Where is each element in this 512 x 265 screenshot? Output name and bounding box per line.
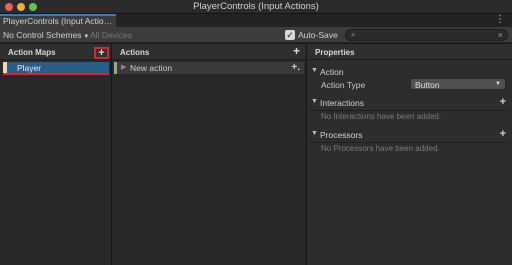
search-icon: ⌕ — [351, 30, 356, 39]
interactions-section-header[interactable]: ▼ Interactions + — [307, 96, 512, 111]
action-item-new-action[interactable]: ▶ New action +. — [114, 62, 304, 74]
window-title: PlayerControls (Input Actions) — [193, 1, 319, 12]
selection-strip — [3, 62, 7, 73]
devices-dropdown[interactable]: All Devices — [90, 30, 132, 40]
properties-title: Properties — [315, 48, 355, 57]
action-type-value: Button — [415, 80, 440, 90]
control-schemes-label: No Control Schemes — [3, 30, 82, 40]
add-interaction-button[interactable]: + — [500, 96, 506, 108]
autosave-checkbox[interactable]: ✓ — [285, 30, 295, 40]
processors-section-label: Processors — [320, 130, 363, 140]
collapse-arrow-icon[interactable]: ▼ — [311, 98, 318, 105]
add-processor-button[interactable]: + — [500, 128, 506, 140]
actions-title: Actions — [120, 48, 150, 57]
clear-search-icon[interactable]: × — [498, 30, 503, 40]
interactions-empty-text: No Interactions have been added. — [321, 112, 442, 121]
autosave-label: Auto-Save — [298, 30, 338, 40]
action-type-dropdown[interactable]: Button ▼ — [410, 78, 506, 90]
toolbar: No Control Schemes ▼ All Devices ✓ Auto-S… — [0, 27, 512, 43]
action-maps-panel: Action Maps + Player — [0, 44, 111, 265]
tab-bar: PlayerControls (Input Actio… ⋮ — [0, 14, 512, 27]
action-map-item-player[interactable]: Player — [3, 62, 109, 75]
interactions-section-label: Interactions — [320, 98, 364, 108]
control-schemes-dropdown[interactable]: No Control Schemes ▼ — [3, 30, 89, 40]
collapse-arrow-icon[interactable]: ▼ — [311, 130, 318, 137]
properties-panel: Properties ▼ Action Action Type Button ▼… — [307, 44, 512, 265]
action-maps-header: Action Maps + — [0, 44, 111, 60]
action-section-label: Action — [320, 67, 344, 77]
action-maps-title: Action Maps — [8, 48, 56, 57]
properties-header: Properties — [307, 44, 512, 60]
search-field[interactable]: ⌕ × — [345, 29, 508, 41]
search-input[interactable] — [361, 30, 491, 40]
section-divider — [309, 142, 510, 143]
add-action-button[interactable]: + — [293, 45, 300, 57]
action-section-header[interactable]: ▼ Action — [307, 66, 512, 78]
action-type-label: Action Type — [321, 80, 366, 90]
devices-label: All Devices — [90, 30, 133, 40]
actions-header: Actions + — [112, 44, 306, 60]
add-action-map-button[interactable]: + — [94, 47, 109, 59]
processors-section-header[interactable]: ▼ Processors + — [307, 128, 512, 143]
action-color-strip — [114, 62, 117, 74]
chevron-down-icon: ▼ — [83, 34, 90, 40]
collapse-arrow-icon[interactable]: ▼ — [311, 67, 318, 74]
section-divider — [309, 110, 510, 111]
tab-player-controls[interactable]: PlayerControls (Input Actio… — [0, 14, 116, 27]
title-bar: PlayerControls (Input Actions) — [0, 0, 512, 14]
chevron-down-icon: ▼ — [495, 81, 501, 87]
more-options-icon[interactable]: ⋮ — [495, 15, 505, 25]
action-map-label: Player — [17, 63, 42, 73]
action-label: New action — [130, 63, 173, 73]
expand-arrow-icon[interactable]: ▶ — [121, 63, 126, 71]
add-binding-button[interactable]: +. — [291, 62, 300, 73]
actions-panel: Actions + ▶ New action +. — [112, 44, 306, 265]
processors-empty-text: No Processors have been added. — [321, 144, 440, 153]
